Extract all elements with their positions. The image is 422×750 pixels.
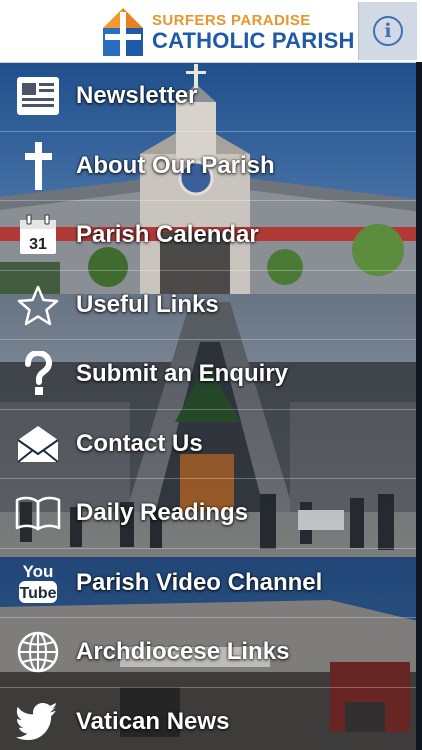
newsletter-icon	[0, 62, 76, 131]
parish-logo-text: SURFERS PARADISE CATHOLIC PARISH	[152, 13, 355, 53]
star-icon	[0, 271, 76, 340]
menu-item-parish-calendar[interactable]: 31 Parish Calendar	[0, 201, 416, 271]
menu-item-newsletter[interactable]: Newsletter	[0, 62, 416, 132]
app-header: SURFERS PARADISE CATHOLIC PARISH i	[0, 0, 422, 63]
youtube-icon-text-top: You	[23, 562, 54, 581]
info-icon: i	[373, 16, 403, 46]
menu-item-useful-links[interactable]: Useful Links	[0, 271, 416, 340]
menu-item-label: Contact Us	[76, 429, 203, 457]
parish-logo-icon	[101, 4, 145, 58]
menu-item-label: Submit an Enquiry	[76, 360, 289, 388]
cross-icon	[0, 132, 76, 201]
menu-item-label: Useful Links	[76, 290, 219, 318]
calendar-icon: 31	[0, 201, 76, 270]
menu-item-label: Newsletter	[76, 82, 198, 110]
info-button[interactable]: i	[358, 2, 417, 60]
youtube-icon: You Tube	[0, 549, 76, 618]
right-edge-strip	[416, 62, 422, 750]
youtube-icon-text-bottom: Tube	[19, 585, 56, 602]
menu-item-label: Daily Readings	[76, 499, 249, 527]
menu-item-label: Archdiocese Links	[76, 638, 290, 666]
globe-icon	[0, 618, 76, 687]
menu-item-vatican-news[interactable]: Vatican News	[0, 688, 416, 750]
menu-item-daily-readings[interactable]: Daily Readings	[0, 479, 416, 549]
logo-title-line1: SURFERS PARADISE	[152, 12, 311, 29]
menu-item-label: About Our Parish	[76, 151, 275, 179]
menu-item-contact-us[interactable]: Contact Us	[0, 410, 416, 479]
book-icon	[0, 479, 76, 548]
envelope-icon	[0, 410, 76, 479]
app-screen: SURFERS PARADISE CATHOLIC PARISH i Newsl…	[0, 0, 422, 750]
menu-item-label: Parish Calendar	[76, 221, 259, 249]
menu-item-submit-an-enquiry[interactable]: Submit an Enquiry	[0, 340, 416, 410]
menu-item-label: Parish Video Channel	[76, 568, 323, 596]
main-menu: Newsletter About Our Parish 31 Parish Ca…	[0, 62, 416, 750]
logo-title-line2: CATHOLIC PARISH	[152, 28, 355, 53]
menu-item-about-our-parish[interactable]: About Our Parish	[0, 132, 416, 201]
twitter-bird-icon	[0, 688, 76, 750]
menu-item-label: Vatican News	[76, 707, 230, 735]
calendar-icon-day: 31	[29, 236, 47, 253]
menu-item-archdiocese-links[interactable]: Archdiocese Links	[0, 618, 416, 688]
menu-item-parish-video-channel[interactable]: You Tube Parish Video Channel	[0, 549, 416, 618]
question-icon	[0, 340, 76, 409]
